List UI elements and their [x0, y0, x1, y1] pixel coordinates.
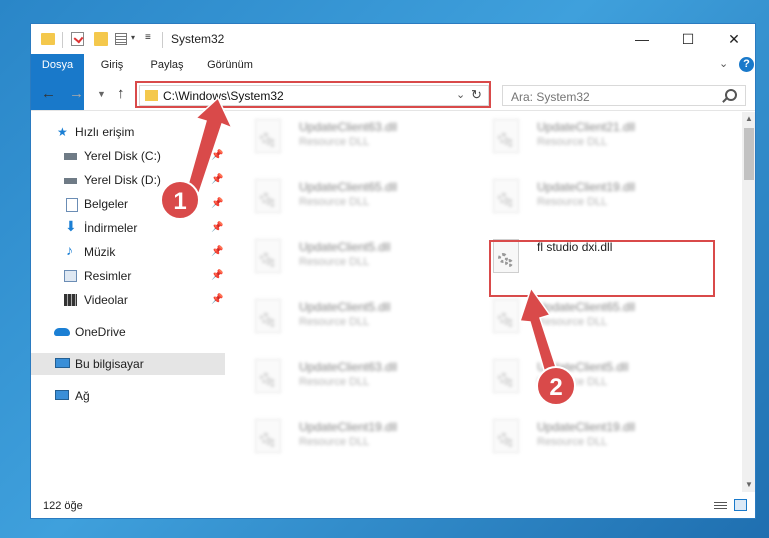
- arrow-1-icon: [186, 96, 234, 198]
- callout-step-2: 2: [536, 366, 576, 406]
- arrow-2-icon: [518, 286, 559, 378]
- annotation-arrows: [186, 96, 559, 378]
- callout-step-1: 1: [160, 180, 200, 220]
